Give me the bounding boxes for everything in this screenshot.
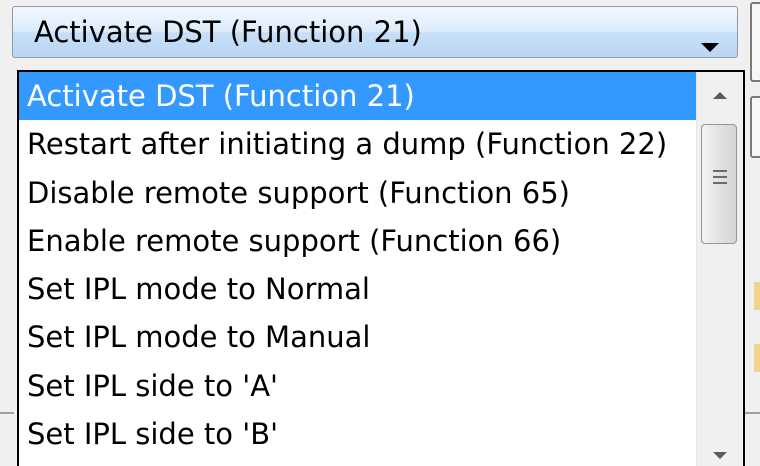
partial-highlight xyxy=(754,282,760,310)
divider xyxy=(0,412,14,414)
dropdown-option[interactable]: Disable remote support (Function 65) xyxy=(19,169,697,217)
divider xyxy=(744,412,760,414)
partial-right-button[interactable] xyxy=(750,2,760,82)
dropdown-arrow-icon[interactable] xyxy=(701,43,719,52)
dropdown-option[interactable]: Set IPL side to 'B' xyxy=(19,410,697,458)
dropdown-items: Activate DST (Function 21) Restart after … xyxy=(19,72,697,458)
dropdown-option[interactable]: Activate DST (Function 21) xyxy=(19,72,697,121)
partial-highlight xyxy=(754,344,760,372)
dropdown-scrollbar[interactable] xyxy=(696,72,743,466)
screen: Activate DST (Function 21) Activate DST … xyxy=(0,0,760,466)
function-dropdown-list[interactable]: Activate DST (Function 21) Restart after … xyxy=(17,70,745,466)
scroll-thumb[interactable] xyxy=(701,124,737,244)
dropdown-option[interactable]: Set IPL side to 'A' xyxy=(19,362,697,410)
function-select[interactable]: Activate DST (Function 21) xyxy=(12,6,738,58)
scroll-up-arrow-icon[interactable] xyxy=(697,72,743,118)
partial-right-button[interactable] xyxy=(750,96,760,158)
dropdown-option[interactable]: Restart after initiating a dump (Functio… xyxy=(19,120,697,168)
dropdown-option[interactable]: Set IPL mode to Normal xyxy=(19,265,697,313)
scroll-down-arrow-icon[interactable] xyxy=(697,432,743,466)
dropdown-option[interactable]: Set IPL mode to Manual xyxy=(19,313,697,361)
scroll-thumb-grip-icon xyxy=(713,182,727,184)
scroll-thumb-grip-icon xyxy=(713,176,727,178)
function-select-value: Activate DST (Function 21) xyxy=(34,15,422,49)
scroll-thumb-grip-icon xyxy=(713,170,727,172)
dropdown-option[interactable]: Enable remote support (Function 66) xyxy=(19,217,697,265)
